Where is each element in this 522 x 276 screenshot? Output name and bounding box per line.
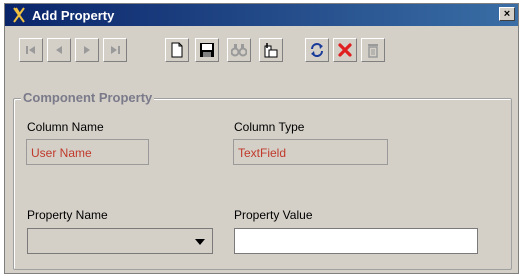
column-name-field: User Name — [26, 139, 149, 165]
first-record-button[interactable] — [19, 38, 43, 62]
property-name-label: Property Name — [27, 208, 108, 222]
next-record-icon — [84, 46, 90, 54]
save-icon — [200, 43, 214, 57]
column-type-label: Column Type — [234, 120, 305, 134]
property-value-label: Property Value — [234, 208, 313, 222]
property-name-select[interactable] — [27, 228, 213, 254]
new-document-icon — [171, 42, 183, 58]
title-bar: Add Property × — [5, 4, 518, 26]
app-logo-icon — [13, 7, 25, 23]
save-button[interactable] — [195, 38, 219, 62]
trash-icon — [368, 44, 378, 58]
window-title: Add Property — [32, 8, 115, 23]
delete-button[interactable] — [333, 38, 357, 62]
column-type-field: TextField — [233, 139, 388, 165]
column-name-label: Column Name — [27, 120, 104, 134]
add-property-dialog: Add Property × Component Property Column… — [4, 3, 519, 274]
previous-record-button[interactable] — [47, 38, 71, 62]
find-button[interactable] — [227, 38, 251, 62]
edit-button[interactable] — [259, 38, 283, 62]
delete-icon — [338, 43, 352, 57]
group-legend: Component Property — [21, 90, 155, 105]
property-value-input[interactable] — [234, 228, 478, 254]
trash-button[interactable] — [361, 38, 385, 62]
toolbar — [5, 28, 518, 68]
refresh-button[interactable] — [305, 38, 329, 62]
previous-record-icon — [56, 46, 62, 54]
new-button[interactable] — [165, 38, 189, 62]
find-icon — [231, 44, 247, 57]
first-record-icon — [26, 46, 35, 54]
last-record-icon — [111, 46, 120, 54]
close-button[interactable]: × — [499, 7, 515, 21]
next-record-button[interactable] — [75, 38, 99, 62]
last-record-button[interactable] — [103, 38, 127, 62]
chevron-down-icon — [195, 239, 205, 245]
refresh-icon — [311, 43, 323, 57]
edit-icon — [264, 43, 278, 58]
